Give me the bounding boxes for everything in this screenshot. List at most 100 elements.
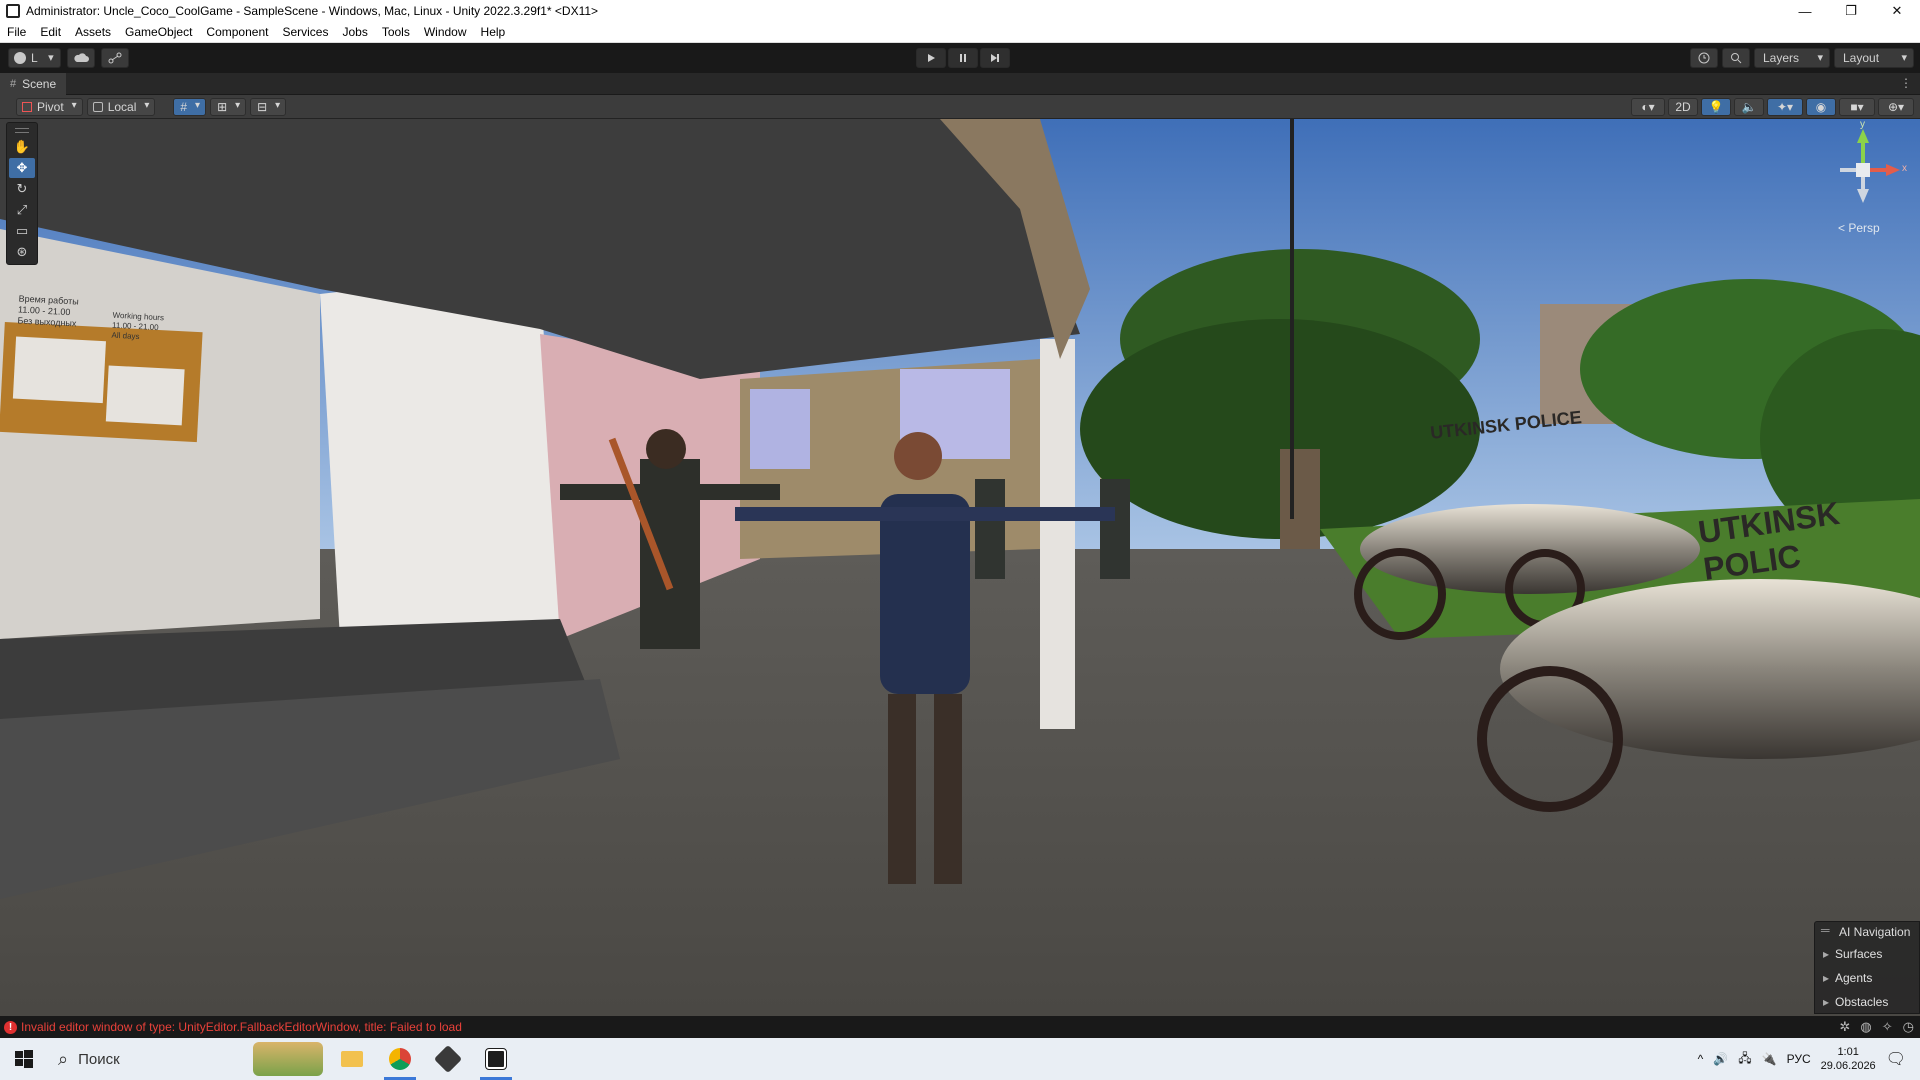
collab-button[interactable] xyxy=(100,48,129,68)
menu-window[interactable]: Window xyxy=(417,25,474,39)
woman-leg-right xyxy=(934,694,962,884)
hand-tool[interactable]: ✋ xyxy=(9,137,35,157)
rotate-tool[interactable]: ↻ xyxy=(9,179,35,199)
increment-snap-dropdown[interactable]: ⊟ xyxy=(250,97,287,116)
cache-server-icon[interactable]: ◍ xyxy=(1860,1019,1871,1035)
taskbar-widget[interactable] xyxy=(248,1038,328,1080)
pivot-icon xyxy=(22,101,32,112)
taskbar-file-explorer[interactable] xyxy=(328,1038,376,1080)
toggle-2d-button[interactable]: 2D xyxy=(1668,98,1698,116)
cloud-button[interactable] xyxy=(66,48,95,68)
police-car xyxy=(1360,504,1700,594)
status-bar: ! Invalid editor window of type: UnityEd… xyxy=(0,1016,1920,1038)
auto-generate-lighting-icon[interactable]: ✧ xyxy=(1882,1019,1893,1035)
progress-icon[interactable]: ◷ xyxy=(1903,1019,1914,1035)
taskbar-search[interactable]: ⌕ Поиск xyxy=(48,1038,248,1080)
local-label: Local xyxy=(107,99,137,114)
menu-jobs[interactable]: Jobs xyxy=(335,25,374,39)
taskbar-clock[interactable]: 1:01 29.06.2026 xyxy=(1821,1045,1876,1073)
tool-palette: ✋ ✥ ↻ ⤢ ▭ ⊛ xyxy=(6,122,38,265)
ai-navigation-panel: AI Navigation Surfaces Agents Obstacles xyxy=(1814,921,1920,1014)
eye-icon: ◉ xyxy=(1815,100,1827,114)
move-tool[interactable]: ✥ xyxy=(9,158,35,178)
grid-visibility-dropdown[interactable]: ⊞ xyxy=(210,97,247,116)
camera-settings-dropdown[interactable]: ■▾ xyxy=(1839,98,1875,116)
scene-tab-bar: # Scene ⋮ xyxy=(0,72,1920,95)
audio-toggle[interactable]: 🔈 xyxy=(1734,98,1764,116)
history-icon xyxy=(1698,52,1710,64)
step-button[interactable] xyxy=(980,48,1010,68)
language-indicator[interactable]: РУС xyxy=(1787,1052,1811,1066)
menu-gameobject[interactable]: GameObject xyxy=(118,25,199,39)
maximize-button[interactable]: ❐ xyxy=(1828,0,1874,22)
menu-file[interactable]: File xyxy=(0,25,33,39)
menu-edit[interactable]: Edit xyxy=(33,25,68,39)
pivot-dropdown[interactable]: Pivot xyxy=(16,97,83,116)
history-button[interactable] xyxy=(1690,48,1718,68)
start-button[interactable] xyxy=(0,1038,48,1080)
taskbar-unity-editor[interactable] xyxy=(472,1038,520,1080)
ai-navigation-title[interactable]: AI Navigation xyxy=(1815,922,1919,942)
lighting-toggle[interactable]: 💡 xyxy=(1701,98,1731,116)
grid-snap-dropdown[interactable]: # xyxy=(173,97,207,116)
taskbar-chrome[interactable] xyxy=(376,1038,424,1080)
scene-viewport[interactable]: Время работы 11.00 - 21.00 Без выходных … xyxy=(0,119,1920,1016)
pause-icon xyxy=(960,54,966,62)
menu-help[interactable]: Help xyxy=(474,25,513,39)
tab-menu-icon[interactable]: ⋮ xyxy=(1900,76,1912,90)
status-error-message[interactable]: Invalid editor window of type: UnityEdit… xyxy=(21,1020,462,1034)
menu-bar: File Edit Assets GameObject Component Se… xyxy=(0,22,1920,43)
menu-tools[interactable]: Tools xyxy=(375,25,417,39)
pause-button[interactable] xyxy=(948,48,978,68)
unity-editor-icon xyxy=(485,1048,507,1070)
ai-nav-obstacles[interactable]: Obstacles xyxy=(1815,990,1919,1014)
transform-icon: ⊛ xyxy=(16,244,28,259)
palette-grip[interactable] xyxy=(15,128,29,133)
window-title: Administrator: Uncle_Coco_CoolGame - Sam… xyxy=(26,4,599,18)
power-icon[interactable]: 🔌 xyxy=(1762,1052,1777,1066)
transform-tool[interactable]: ⊛ xyxy=(9,242,35,262)
scale-tool[interactable]: ⤢ xyxy=(9,200,35,220)
gizmo-x-label: x xyxy=(1902,163,1907,174)
soldier xyxy=(975,479,1005,579)
unity-icon xyxy=(6,4,20,18)
menu-assets[interactable]: Assets xyxy=(68,25,118,39)
tray-overflow-icon[interactable]: ^ xyxy=(1698,1052,1704,1066)
notifications-icon[interactable]: 🗨 xyxy=(1886,1049,1906,1069)
network-icon[interactable]: 🖧 xyxy=(1738,1049,1751,1070)
minimize-button[interactable]: — xyxy=(1782,0,1828,22)
menu-services[interactable]: Services xyxy=(275,25,335,39)
hidden-objects-toggle[interactable]: ◉ xyxy=(1806,98,1836,116)
window-panes-2 xyxy=(750,389,810,469)
play-button[interactable] xyxy=(916,48,946,68)
taskbar-unity-hub[interactable] xyxy=(424,1038,472,1080)
draw-mode-dropdown[interactable]: ◐▾ xyxy=(1631,98,1665,116)
gizmos-dropdown[interactable]: ⊕▾ xyxy=(1878,98,1914,116)
layers-dropdown[interactable]: Layers xyxy=(1754,48,1830,68)
ai-nav-agents[interactable]: Agents xyxy=(1815,966,1919,990)
notice-text-en: Working hours 11.00 - 21.00 All days xyxy=(111,311,164,344)
orientation-gizmo[interactable]: y x < Persp xyxy=(1818,119,1908,235)
rect-tool[interactable]: ▭ xyxy=(9,221,35,241)
system-tray: ^ 🔊 🖧 🔌 РУС 1:01 29.06.2026 🗨 xyxy=(1698,1038,1920,1080)
local-dropdown[interactable]: Local xyxy=(86,97,156,116)
woman-leg-left xyxy=(888,694,916,884)
ai-nav-surfaces[interactable]: Surfaces xyxy=(1815,942,1919,966)
search-button[interactable] xyxy=(1722,48,1750,68)
volume-icon[interactable]: 🔊 xyxy=(1713,1052,1728,1066)
account-dropdown[interactable]: L xyxy=(8,48,61,68)
tab-scene[interactable]: # Scene xyxy=(0,72,67,95)
debug-icon[interactable]: ✲ xyxy=(1840,1019,1851,1035)
account-icon xyxy=(14,52,26,64)
persp-label[interactable]: < Persp xyxy=(1838,221,1880,235)
light-bulb-icon: 💡 xyxy=(1708,100,1724,114)
scene-hash-icon: # xyxy=(10,77,17,90)
tab-scene-label: Scene xyxy=(22,76,57,91)
rotate-icon: ↻ xyxy=(16,181,28,196)
close-button[interactable]: ✕ xyxy=(1874,0,1920,22)
column xyxy=(1040,339,1075,729)
step-icon xyxy=(991,54,999,62)
menu-component[interactable]: Component xyxy=(199,25,275,39)
layout-dropdown[interactable]: Layout xyxy=(1834,48,1914,68)
effects-dropdown[interactable]: ✦▾ xyxy=(1767,98,1803,116)
